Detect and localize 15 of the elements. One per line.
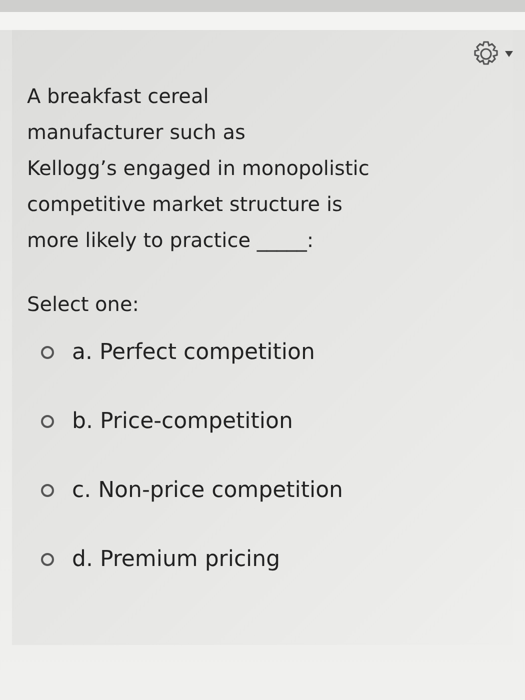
question-line: more likely to practice _____: <box>27 227 315 254</box>
select-prompt: Select one: <box>27 292 140 316</box>
question-line: competitive market structure is <box>27 191 344 218</box>
question-line: Kellogg’s engaged in monopolistic <box>27 155 370 182</box>
question-line: A breakfast cereal <box>27 83 210 110</box>
caret-icon[interactable] <box>505 51 513 57</box>
option-label[interactable]: a. Perfect competition <box>72 340 315 365</box>
question-line: manufacturer such as <box>27 119 246 146</box>
option-label[interactable]: b. Price-competition <box>72 409 293 434</box>
radio-button[interactable] <box>41 553 54 566</box>
radio-button[interactable] <box>41 484 54 497</box>
option-label[interactable]: c. Non-price competition <box>72 478 343 503</box>
radio-button[interactable] <box>41 415 54 428</box>
option-label[interactable]: d. Premium pricing <box>72 547 280 572</box>
radio-button[interactable] <box>41 346 54 359</box>
